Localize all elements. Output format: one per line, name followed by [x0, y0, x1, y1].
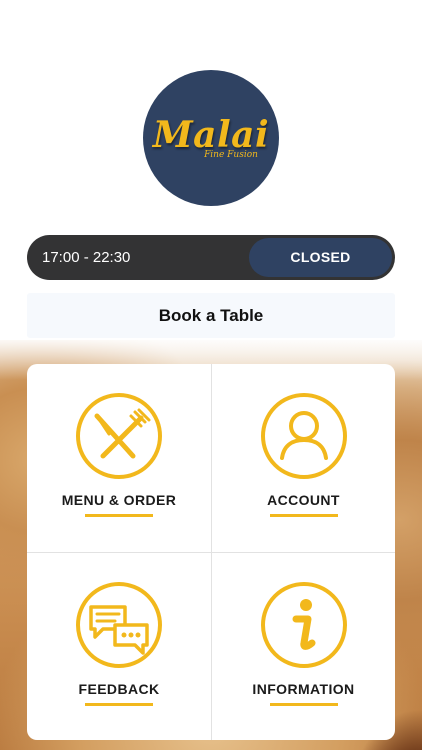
- chat-bubbles-icon: [76, 582, 162, 668]
- menu-order-underline: [85, 514, 153, 517]
- information-label: INFORMATION: [252, 681, 355, 697]
- main-menu-grid: MENU & ORDER ACCOUNT FEEDBACK INFORMATIO…: [27, 364, 395, 740]
- menu-order-tile[interactable]: MENU & ORDER: [27, 364, 211, 552]
- logo-name: Malai: [152, 113, 270, 156]
- opening-hours-text: 17:00 - 22:30: [42, 249, 131, 266]
- feedback-tile[interactable]: FEEDBACK: [27, 552, 211, 740]
- restaurant-logo: Malai Fine Fusion: [143, 70, 279, 206]
- information-tile[interactable]: INFORMATION: [211, 552, 395, 740]
- feedback-label: FEEDBACK: [78, 681, 160, 697]
- fork-knife-icon: [76, 393, 162, 479]
- account-tile[interactable]: ACCOUNT: [211, 364, 395, 552]
- feedback-underline: [85, 703, 153, 706]
- opening-hours-bar: 17:00 - 22:30 CLOSED: [27, 235, 395, 280]
- status-badge: CLOSED: [249, 238, 392, 277]
- book-table-button[interactable]: Book a Table: [27, 293, 395, 338]
- menu-order-label: MENU & ORDER: [61, 492, 177, 508]
- account-underline: [269, 514, 338, 517]
- account-label: ACCOUNT: [267, 492, 340, 508]
- user-icon: [260, 393, 347, 479]
- information-underline: [269, 703, 338, 706]
- info-icon: [260, 582, 347, 668]
- logo-tagline: Fine Fusion: [204, 149, 258, 160]
